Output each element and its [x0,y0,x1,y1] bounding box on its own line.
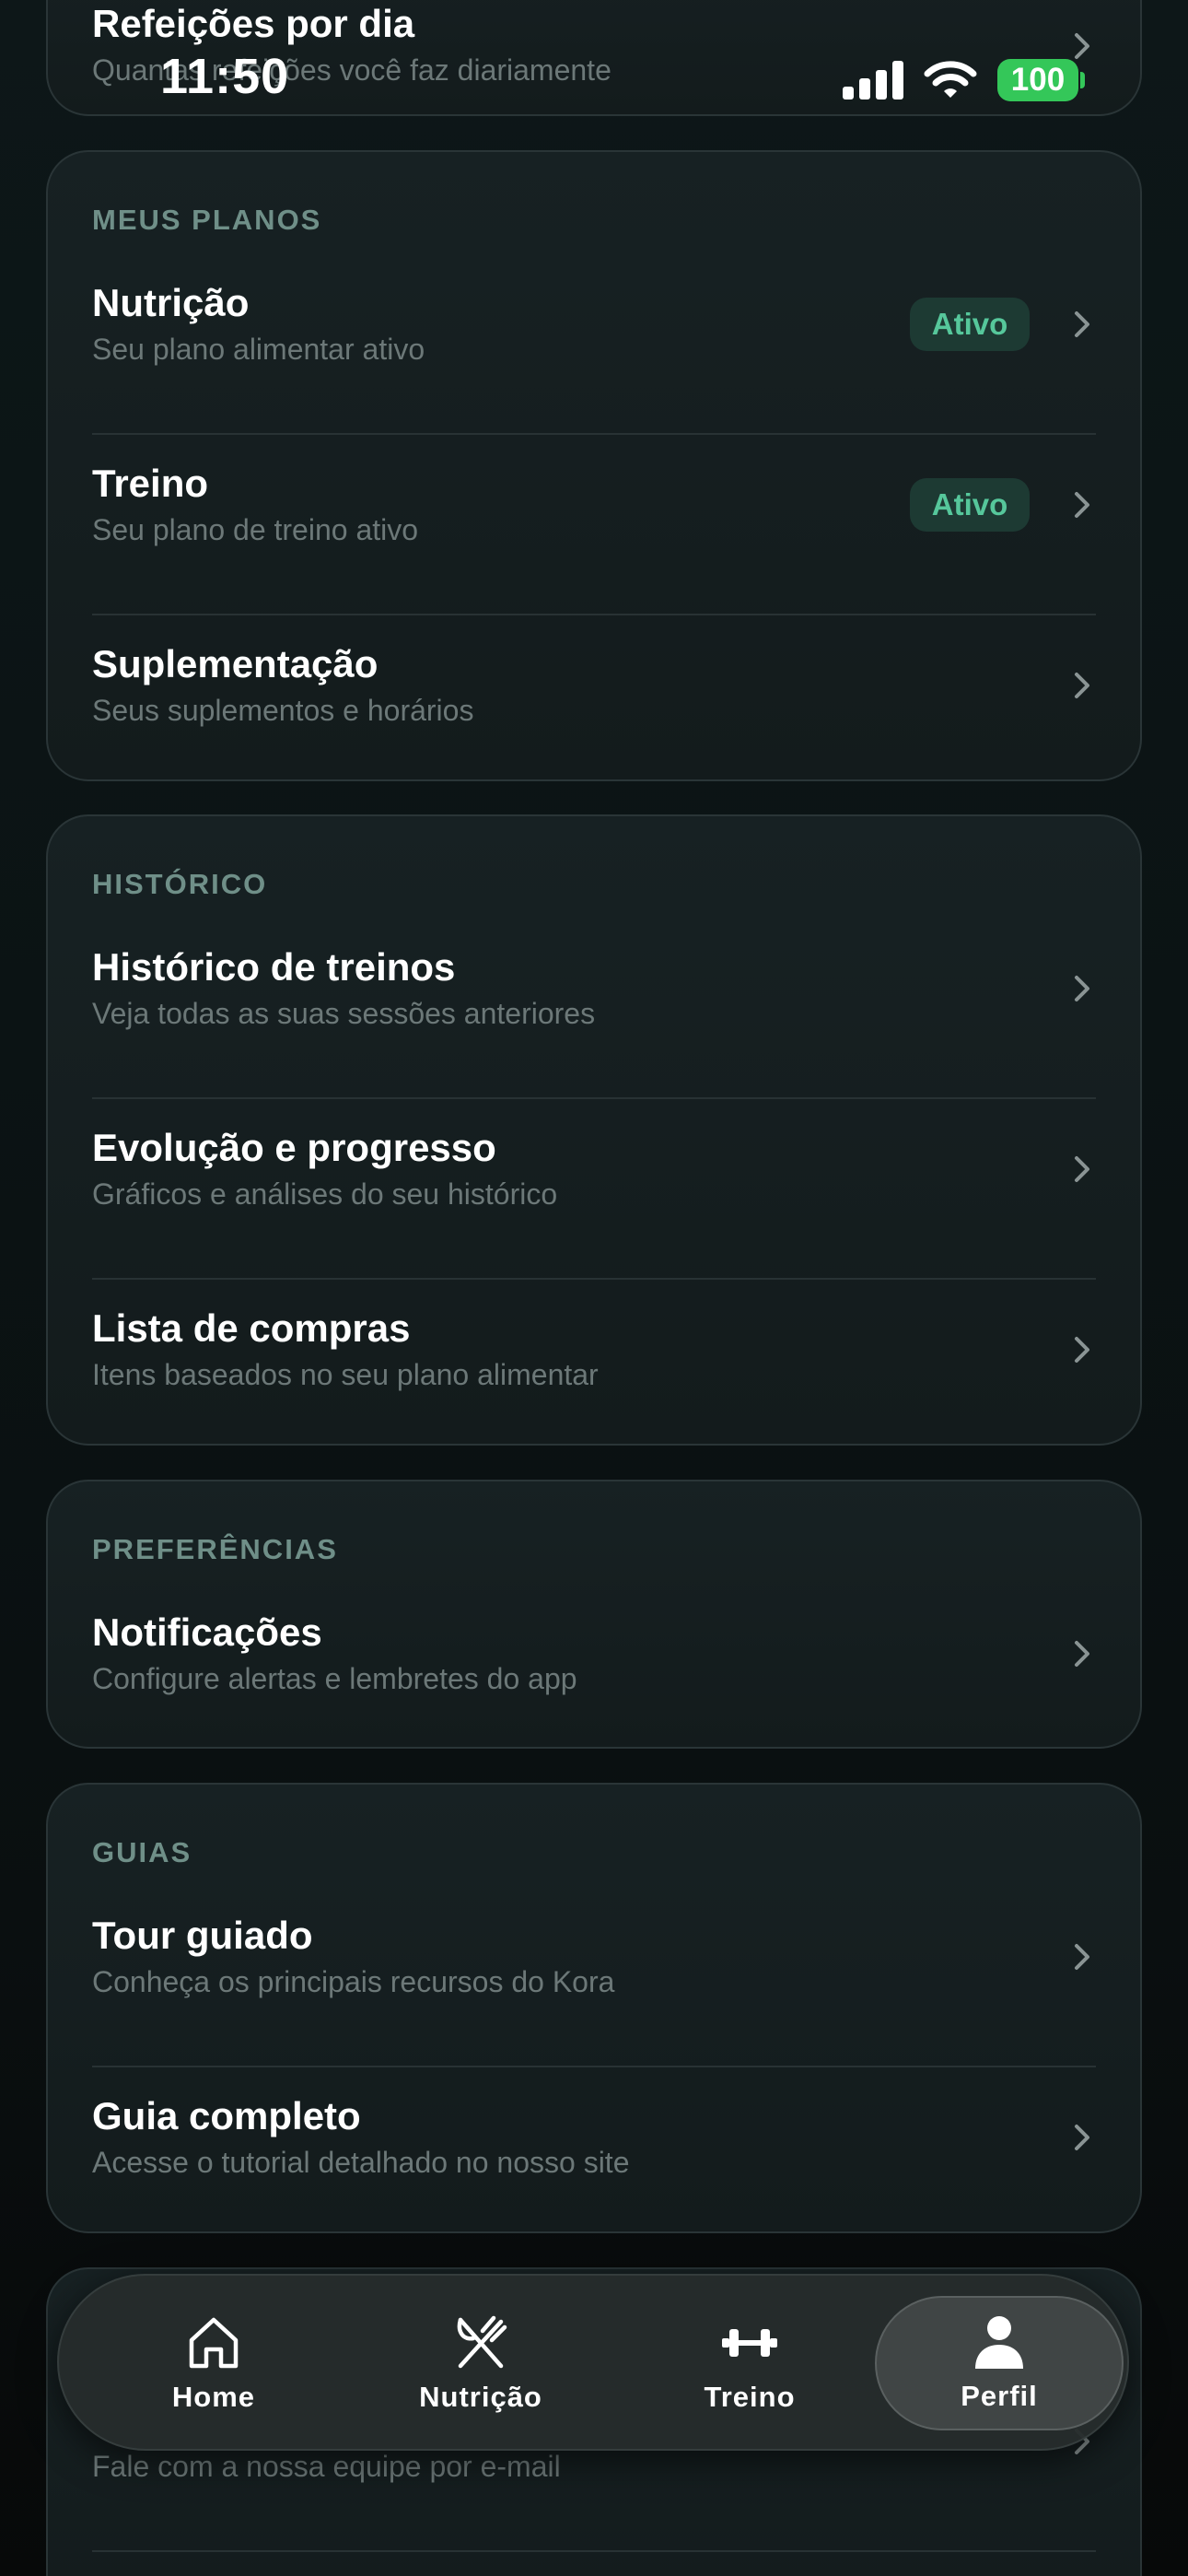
tab-label: Treino [704,2381,796,2413]
row-subtitle: Seus suplementos e horários [92,694,474,727]
fork-knife-icon [457,2315,507,2369]
divider [92,1278,1096,1280]
battery-tip [1080,72,1085,88]
tab-label: Home [171,2381,256,2413]
chevron-right-icon [1075,1156,1089,1182]
section-title: HISTÓRICO [92,868,268,900]
tab-profile[interactable]: Perfil [875,2296,1124,2430]
bottom-tab-bar: Home Nutrição Treino Perfil [57,2274,1129,2451]
tab-home[interactable]: Home [103,2276,324,2453]
divider [92,614,1096,615]
guides-row-full-guide[interactable]: Guia completo Acesse o tutorial detalhad… [92,2094,1096,2275]
row-title: Guia completo [92,2094,361,2137]
status-time: 11:50 [160,49,290,104]
divider [92,1097,1096,1099]
row-subtitle: Seu plano alimentar ativo [92,333,425,366]
tab-label: Nutrição [419,2381,542,2413]
home-icon [189,2317,239,2369]
dumbbell-icon [722,2329,777,2357]
row-subtitle: Seu plano de treino ativo [92,513,419,546]
preferences-card: PREFERÊNCIAS Notificações Configure aler… [46,1480,1142,1749]
cellular-signal-icon [843,61,903,100]
tab-label: Perfil [961,2380,1038,2412]
chevron-right-icon [1075,1337,1089,1363]
preferences-row-notifications[interactable]: Notificações Configure alertas e lembret… [92,1610,1096,1791]
row-subtitle: Itens baseados no seu plano alimentar [92,1358,599,1391]
divider [92,2066,1096,2067]
chevron-right-icon [1075,311,1089,337]
history-row-progress[interactable]: Evolução e progresso Gráficos e análises… [92,1126,1096,1306]
chevron-right-icon [1075,2125,1089,2150]
section-title: PREFERÊNCIAS [92,1533,338,1565]
plans-card: MEUS PLANOS Nutrição Seu plano alimentar… [46,150,1142,781]
plan-row-nutrition[interactable]: Nutrição Seu plano alimentar ativo Ativo [92,281,1096,462]
row-subtitle: Veja todas as suas sessões anteriores [92,997,596,1030]
row-title: Notificações [92,1610,322,1654]
history-row-shopping-list[interactable]: Lista de compras Itens baseados no seu p… [92,1306,1096,1487]
row-title: Nutrição [92,281,250,324]
divider [92,2550,1096,2552]
chevron-right-icon [1075,1944,1089,1970]
section-title: GUIAS [92,1836,192,1868]
guides-card: GUIAS Tour guiado Conheça os principais … [46,1783,1142,2233]
chevron-right-icon [1075,492,1089,518]
chevron-right-icon [1075,976,1089,1001]
tab-training[interactable]: Treino [639,2276,860,2453]
row-title: Refeições por dia [92,2,415,45]
row-title: Treino [92,462,209,505]
chevron-right-icon [1075,33,1089,59]
history-card: HISTÓRICO Histórico de treinos Veja toda… [46,814,1142,1446]
row-title: Lista de compras [92,1306,411,1350]
row-title: Evolução e progresso [92,1126,496,1169]
status-badge: Ativo [910,298,1030,351]
status-badge: Ativo [910,478,1030,532]
row-title: Suplementação [92,642,379,685]
chevron-right-icon [1075,1641,1089,1667]
row-subtitle: Acesse o tutorial detalhado no nosso sit… [92,2146,630,2179]
row-subtitle: Configure alertas e lembretes do app [92,1662,577,1695]
person-icon [975,2316,1023,2369]
tab-nutrition[interactable]: Nutrição [370,2276,591,2453]
section-title: MEUS PLANOS [92,204,322,236]
row-subtitle: Gráficos e análises do seu histórico [92,1177,558,1211]
history-row-workouts[interactable]: Histórico de treinos Veja todas as suas … [92,945,1096,1126]
row-title: Tour guiado [92,1914,313,1957]
plan-row-training[interactable]: Treino Seu plano de treino ativo Ativo [92,462,1096,642]
row-subtitle: Fale com a nossa equipe por e-mail [92,2450,561,2483]
battery-indicator: 100 [997,59,1078,101]
chevron-right-icon [1075,673,1089,698]
row-title: Histórico de treinos [92,945,456,989]
plan-row-supplements[interactable]: Suplementação Seus suplementos e horário… [92,642,1096,823]
divider [92,433,1096,435]
row-subtitle: Conheça os principais recursos do Kora [92,1965,615,1998]
wifi-icon [924,61,977,98]
guides-row-tour[interactable]: Tour guiado Conheça os principais recurs… [92,1914,1096,2094]
